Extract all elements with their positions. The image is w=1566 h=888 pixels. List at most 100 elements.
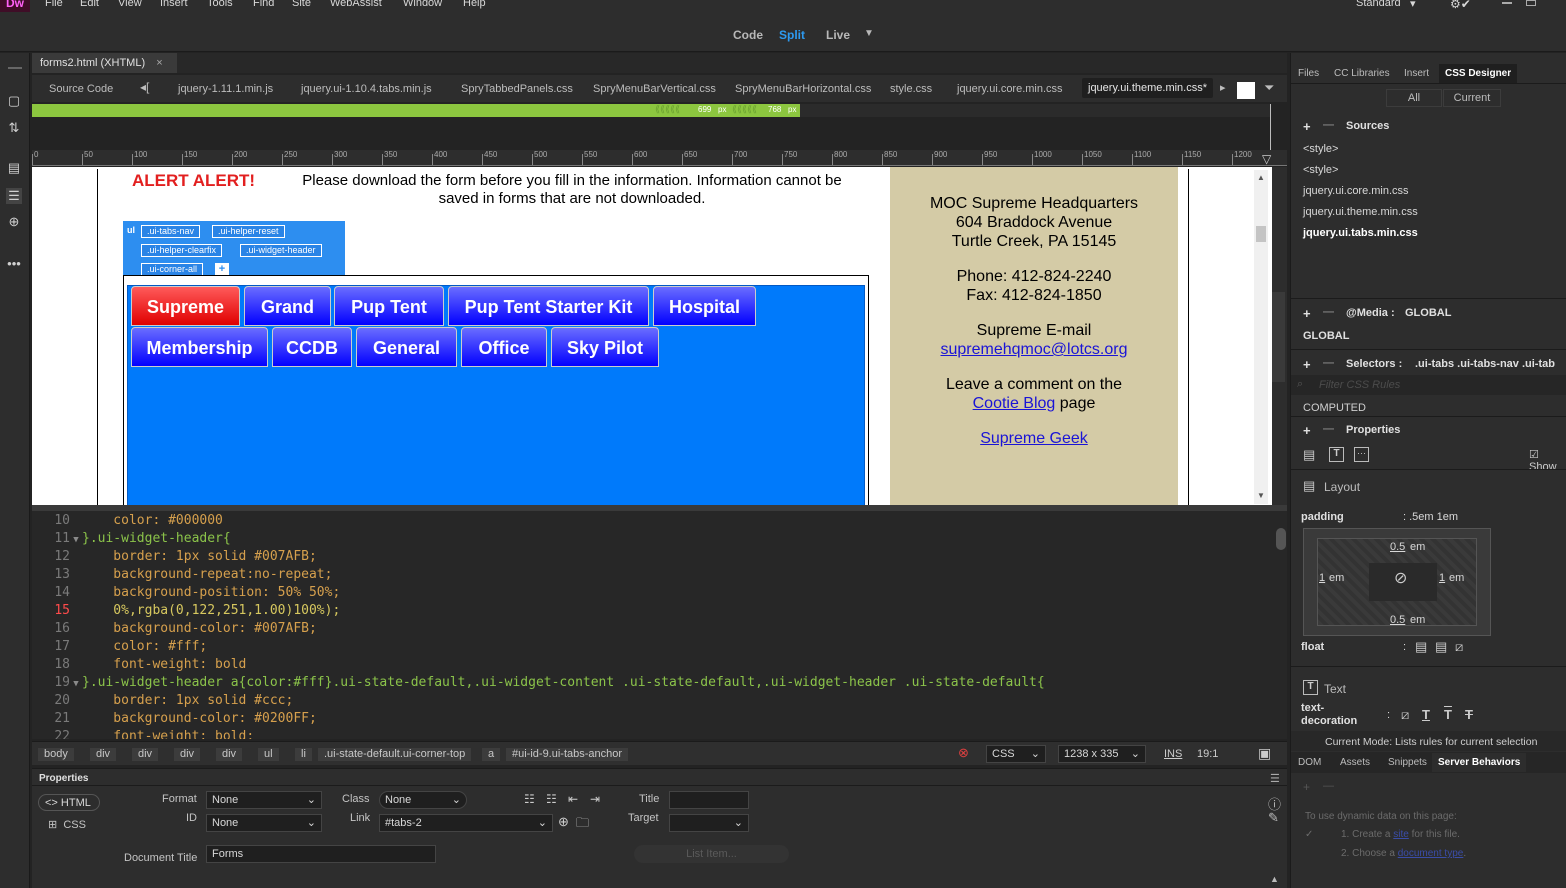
tab-dom[interactable]: DOM [1298, 757, 1321, 768]
source-item-selected[interactable]: jquery.ui.tabs.min.css [1303, 227, 1418, 239]
tab-supreme[interactable]: Supreme [131, 286, 240, 326]
float-left-icon[interactable]: ▤ [1415, 639, 1427, 655]
document-type-select[interactable]: CSS ⌄ [986, 745, 1046, 763]
scroll-up-icon[interactable]: ▲ [1257, 173, 1265, 182]
inspect-icon[interactable]: ▤ [6, 160, 22, 176]
code-scroll-thumb[interactable] [1276, 528, 1286, 550]
css-mode-button[interactable]: ⊞ CSS [48, 818, 86, 831]
create-site-link[interactable]: site [1393, 829, 1409, 840]
chevron-down-icon[interactable]: ▾ [1410, 0, 1416, 10]
collapse-icon[interactable]: ▲ [1270, 874, 1279, 884]
title-field[interactable] [669, 791, 749, 809]
code-view[interactable]: 10 color: #000000 11 ▼}.ui-widget-header{… [32, 511, 1287, 739]
filter-icon[interactable]: ⏷ [1264, 80, 1274, 96]
scroll-down-icon[interactable]: ▼ [1257, 491, 1265, 500]
hud-class-tag[interactable]: .ui-widget-header [240, 244, 322, 257]
link-values-icon[interactable]: ⊘ [1394, 568, 1407, 588]
more-options-icon[interactable]: ••• [6, 256, 22, 272]
tab-pup-tent[interactable]: Pup Tent [334, 286, 444, 326]
all-mode-button[interactable]: All [1386, 89, 1442, 107]
media-query-value[interactable]: 699 [698, 105, 711, 114]
scroll-left-icon[interactable]: ◂[ [140, 80, 149, 94]
tag-selector-item[interactable]: ul [258, 748, 279, 761]
split-view-button[interactable]: Split [779, 28, 805, 42]
tag-selector-item[interactable]: div [132, 748, 159, 761]
tag-selector-item[interactable]: body [38, 748, 74, 761]
element-hud[interactable]: ul .ui-tabs-nav .ui-helper-reset .ui-hel… [123, 221, 345, 281]
viewport-handle-icon[interactable]: ▽ [1262, 152, 1271, 166]
menu-edit[interactable]: Edit [80, 0, 99, 9]
minimize-icon[interactable] [1502, 2, 1512, 4]
remove-behavior-icon[interactable]: — [1323, 780, 1334, 792]
document-tab[interactable]: forms2.html (XHTML) × [32, 53, 177, 73]
media-query-value[interactable]: 768 [768, 105, 781, 114]
add-media-icon[interactable]: + [1303, 306, 1311, 321]
code-view-button[interactable]: Code [733, 28, 763, 42]
viewport-width-handle[interactable] [1270, 104, 1271, 156]
filter-rules-field[interactable]: ⌕ Filter CSS Rules [1291, 375, 1566, 395]
menu-tools[interactable]: Tools [207, 0, 233, 9]
tab-snippets[interactable]: Snippets [1388, 757, 1427, 768]
remove-property-icon[interactable]: — [1323, 423, 1334, 435]
tab-files[interactable]: Files [1298, 68, 1319, 79]
decoration-underline-icon[interactable]: T [1422, 707, 1430, 722]
menu-view[interactable]: View [118, 0, 142, 9]
indent-icon[interactable]: ⇥ [590, 792, 600, 806]
decoration-strike-icon[interactable]: T [1465, 707, 1473, 722]
tab-assets[interactable]: Assets [1340, 757, 1370, 768]
format-source-icon[interactable]: ☰ [6, 188, 22, 204]
document-title-field[interactable]: Forms [206, 845, 436, 863]
class-select[interactable]: None ⌄ [379, 791, 467, 809]
layout-category-icon[interactable]: ▤ [1303, 447, 1315, 463]
menu-insert[interactable]: Insert [160, 0, 188, 9]
live-target-icon[interactable]: ⊕ [6, 214, 22, 230]
padding-left-value[interactable]: 1 [1319, 572, 1325, 584]
add-source-icon[interactable]: + [1303, 119, 1311, 134]
remove-source-icon[interactable]: — [1323, 119, 1334, 131]
close-icon[interactable]: × [156, 57, 162, 69]
source-item[interactable]: <style> [1303, 143, 1338, 155]
hud-class-tag[interactable]: .ui-helper-reset [212, 225, 285, 238]
choose-doctype-link[interactable]: document type [1398, 848, 1464, 859]
source-item[interactable]: <style> [1303, 164, 1338, 176]
menu-window[interactable]: Window [403, 0, 442, 9]
source-item[interactable]: jquery.ui.core.min.css [1303, 185, 1409, 197]
related-files-toggle-icon[interactable] [1237, 82, 1255, 99]
quick-tag-editor-icon[interactable]: ✎ [1268, 810, 1279, 826]
outdent-icon[interactable]: ⇤ [568, 792, 578, 806]
related-file-tab[interactable]: SpryMenuBarVertical.css [593, 83, 716, 95]
border-category-icon[interactable]: ··· [1354, 447, 1369, 462]
window-size-select[interactable]: 1238 x 335 ⌄ [1058, 745, 1146, 763]
padding-top-value[interactable]: 0.5 [1390, 541, 1405, 553]
menu-help[interactable]: Help [463, 0, 486, 9]
tab-office[interactable]: Office [461, 327, 547, 367]
supreme-geek-link[interactable]: Supreme Geek [980, 430, 1088, 447]
list-item-button[interactable]: List Item... [634, 845, 789, 863]
tag-selector-item[interactable]: div [216, 748, 243, 761]
browse-folder-icon[interactable]: 🗀 [576, 814, 589, 836]
tag-selector-item[interactable]: li [295, 748, 312, 761]
tab-ccdb[interactable]: CCDB [272, 327, 352, 367]
add-selector-icon[interactable]: + [1303, 357, 1311, 372]
decoration-none-icon[interactable]: ⧄ [1401, 707, 1409, 723]
tag-selector-item[interactable]: a [482, 748, 501, 761]
email-link[interactable]: supremehqmoc@lotcs.org [941, 341, 1128, 358]
tab-css-designer[interactable]: CSS Designer [1439, 64, 1518, 83]
padding-bottom-value[interactable]: 0.5 [1390, 614, 1405, 626]
unordered-list-icon[interactable]: ☷ [524, 792, 535, 806]
tag-selector-item[interactable]: #ui-id-9.ui-tabs-anchor [506, 748, 629, 761]
maximize-icon[interactable] [1526, 0, 1536, 6]
scroll-right-icon[interactable]: ▸ [1220, 81, 1226, 94]
menu-file[interactable]: File [45, 0, 63, 9]
cootie-blog-link[interactable]: Cootie Blog [973, 395, 1056, 412]
split-scroll-thumb[interactable] [1272, 292, 1285, 382]
related-file-tab[interactable]: jquery.ui.core.min.css [957, 83, 1063, 95]
media-query-bar[interactable] [32, 104, 800, 117]
padding-right-value[interactable]: 1 [1439, 572, 1445, 584]
add-behavior-icon[interactable]: + [1303, 780, 1310, 794]
decoration-overline-icon[interactable]: T [1444, 707, 1452, 722]
menu-webassist[interactable]: WebAssist [330, 0, 382, 9]
ordered-list-icon[interactable]: ☷ [546, 792, 557, 806]
related-file-tab[interactable]: style.css [890, 83, 932, 95]
live-view-scroll-thumb[interactable] [1256, 226, 1266, 242]
